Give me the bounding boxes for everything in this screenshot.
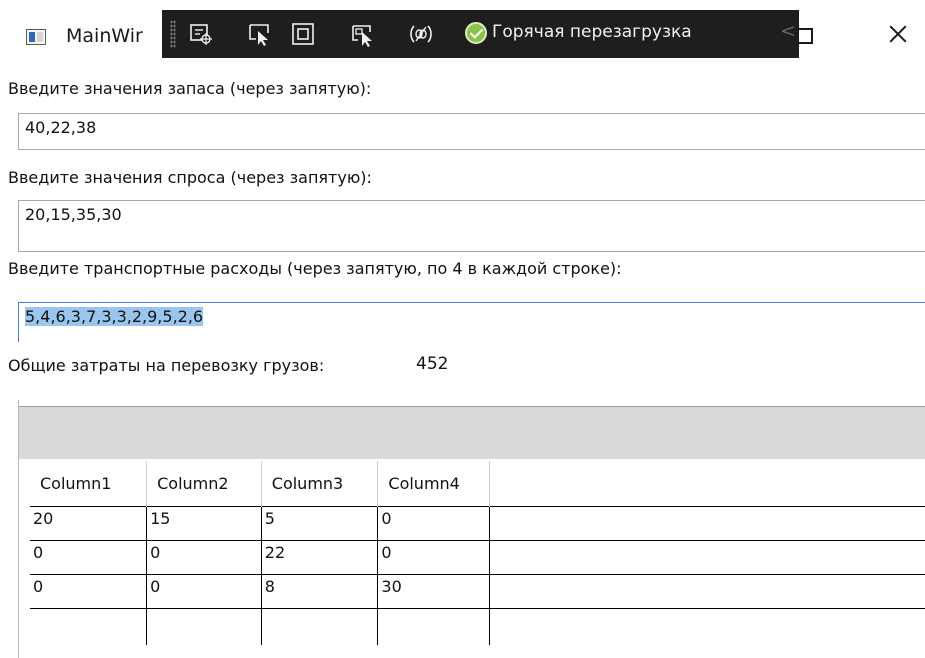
column-header-1[interactable]: Column1 [30, 461, 148, 507]
total-cost-value: 452 [416, 354, 449, 374]
table-cell[interactable]: 0 [377, 506, 491, 541]
table-cell[interactable]: 0 [377, 540, 491, 575]
supply-input-value: 40,22,38 [25, 118, 97, 137]
table-cell[interactable]: 8 [261, 574, 379, 609]
table-row[interactable]: 0 0 8 30 [30, 574, 925, 609]
new-row-cell[interactable] [261, 608, 379, 645]
supply-input[interactable]: 40,22,38 [18, 113, 925, 150]
table-cell[interactable]: 15 [146, 506, 262, 541]
results-datagrid[interactable]: Column1 Column2 Column3 Column4 20 15 5 … [30, 461, 925, 645]
supply-label: Введите значения запаса (через запятую): [8, 79, 372, 98]
title-bar: MainWir Горячая перезагрузка < [0, 0, 925, 70]
table-cell-filler [489, 540, 925, 575]
table-cell-filler [489, 574, 925, 609]
costs-input-value: 5,4,6,3,7,3,3,2,9,5,2,6 [25, 307, 204, 326]
xaml-debug-toolbar: Горячая перезагрузка < [162, 10, 799, 58]
table-cell[interactable]: 0 [146, 540, 262, 575]
new-item-row[interactable] [30, 608, 925, 645]
column-header-2[interactable]: Column2 [146, 461, 262, 507]
table-cell[interactable]: 30 [377, 574, 491, 609]
track-focus-icon[interactable] [350, 21, 376, 47]
table-cell-filler [489, 608, 925, 645]
new-row-cell[interactable] [377, 608, 491, 645]
table-cell[interactable]: 20 [30, 506, 148, 541]
demand-input-value: 20,15,35,30 [25, 205, 122, 224]
element-selection-icon[interactable] [188, 21, 214, 47]
column-header-filler [489, 461, 925, 507]
costs-input[interactable]: 5,4,6,3,7,3,3,2,9,5,2,6 [18, 302, 925, 342]
demand-label: Введите значения спроса (через запятую): [8, 168, 372, 187]
table-row[interactable]: 0 0 22 0 [30, 540, 925, 575]
demand-input[interactable]: 20,15,35,30 [18, 200, 925, 252]
datagrid-header-row: Column1 Column2 Column3 Column4 [30, 461, 925, 507]
total-cost-label: Общие затраты на перевозку грузов: [8, 356, 325, 375]
new-row-cell[interactable] [30, 608, 148, 645]
select-cursor-icon[interactable] [247, 21, 273, 47]
maximize-icon[interactable] [797, 28, 813, 44]
window-app-icon[interactable] [26, 29, 46, 45]
hot-reload-check-icon [465, 22, 487, 44]
table-cell[interactable]: 22 [261, 540, 379, 575]
column-header-4[interactable]: Column4 [377, 461, 491, 507]
table-cell[interactable]: 0 [30, 540, 148, 575]
toolbar-grip-icon[interactable] [170, 20, 176, 48]
new-row-cell[interactable] [146, 608, 262, 645]
table-cell-filler [489, 506, 925, 541]
table-cell[interactable]: 0 [30, 574, 148, 609]
datagrid-top-bar [19, 406, 925, 459]
column-header-3[interactable]: Column3 [261, 461, 379, 507]
layout-adorner-icon[interactable] [290, 21, 316, 47]
table-row[interactable]: 20 15 5 0 [30, 506, 925, 541]
table-cell[interactable]: 5 [261, 506, 379, 541]
hot-reload-status[interactable]: Горячая перезагрузка [492, 22, 692, 42]
collapse-toolbar-icon[interactable]: < [780, 20, 796, 42]
binding-failures-icon[interactable] [408, 21, 434, 47]
close-icon[interactable] [888, 24, 908, 44]
costs-label: Введите транспортные расходы (через запя… [8, 259, 622, 278]
table-cell[interactable]: 0 [146, 574, 262, 609]
window-title: MainWir [66, 25, 143, 47]
